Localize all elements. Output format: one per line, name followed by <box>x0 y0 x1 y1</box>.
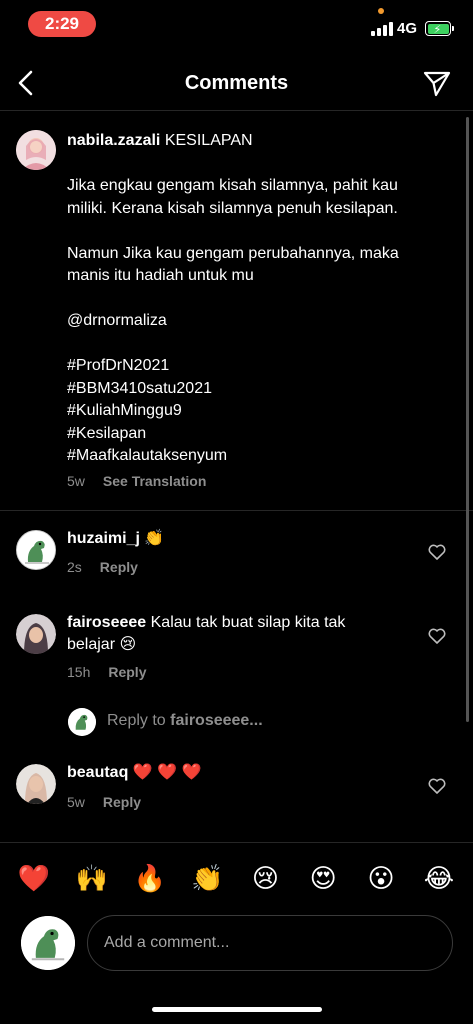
status-bar: 2:29 4G ⚡ <box>0 0 473 50</box>
comment-time: 5w <box>67 794 85 810</box>
page-title: Comments <box>184 72 289 94</box>
comment-meta: 5w Reply <box>67 794 141 810</box>
comment-body: huzaimi_j 👏 <box>67 528 164 550</box>
privacy-indicator-dot <box>378 8 384 14</box>
battery-icon: ⚡ <box>425 21 451 36</box>
reply-to-label: Reply to <box>107 712 171 729</box>
avatar[interactable] <box>16 614 56 654</box>
signal-icon <box>371 22 393 36</box>
paper-plane-icon <box>423 71 451 97</box>
avatar-image <box>16 614 56 654</box>
comment-meta: 2s Reply <box>67 559 138 575</box>
comment-body: beautaq ❤️ ❤️ ❤️ <box>67 762 201 784</box>
comment-time: 15h <box>67 664 91 680</box>
caption-hashtag[interactable]: #KuliahMinggu9 <box>67 400 447 423</box>
avatar[interactable] <box>16 530 56 570</box>
emoji-bar: ❤️ 🙌 🔥 👏 😢 😍 😮 😂 <box>0 858 473 898</box>
divider <box>0 510 473 511</box>
emoji-surprised-button[interactable]: 😮 <box>363 858 399 898</box>
emoji-fire-button[interactable]: 🔥 <box>132 858 168 898</box>
dinosaur-avatar-image <box>17 531 55 569</box>
comment-text: belajar 😢 <box>67 636 137 653</box>
caption-time: 5w <box>67 473 85 489</box>
avatar[interactable] <box>16 130 56 170</box>
avatar <box>68 708 96 736</box>
caption-line: Namun Jika kau gengam perubahannya, maka <box>67 244 399 262</box>
comment-time: 2s <box>67 559 82 575</box>
caption-mention[interactable]: @drnormaliza <box>67 310 447 333</box>
comment-username[interactable]: beautaq <box>67 764 128 781</box>
comment-text: 👏 <box>144 530 165 547</box>
comment-body: fairoseeee Kalau tak buat silap kita tak… <box>67 612 417 656</box>
comment-input[interactable] <box>87 915 453 971</box>
reply-button[interactable]: Reply <box>100 559 138 575</box>
current-user-avatar <box>21 916 75 970</box>
reply-button[interactable]: Reply <box>108 664 146 680</box>
header: Comments <box>0 56 473 111</box>
caption-first-line: KESILAPAN <box>164 132 253 149</box>
avatar-image <box>16 130 56 170</box>
home-indicator[interactable] <box>152 1007 322 1012</box>
caption-username[interactable]: nabila.zazali <box>67 132 160 149</box>
network-label: 4G <box>397 20 418 37</box>
emoji-crying-button[interactable]: 😢 <box>247 858 283 898</box>
emoji-laughing-button[interactable]: 😂 <box>421 858 457 898</box>
caption-hashtag[interactable]: #Maafkalautaksenyum <box>67 445 447 468</box>
see-translation-button[interactable]: See Translation <box>103 473 206 489</box>
caption-hashtag[interactable]: #BBM3410satu2021 <box>67 378 447 401</box>
divider <box>0 842 473 843</box>
dinosaur-avatar-image <box>21 916 75 970</box>
caption-line: Jika engkau gengam kisah silamnya, pahit… <box>67 177 398 194</box>
share-button[interactable] <box>422 68 452 98</box>
emoji-clap-button[interactable]: 👏 <box>190 858 226 898</box>
comment-username[interactable]: fairoseeee <box>67 614 146 631</box>
comment-text: Kalau tak buat silap kita tak <box>150 614 346 631</box>
scrollbar[interactable] <box>466 117 469 722</box>
dinosaur-avatar-image <box>68 708 96 736</box>
caption-meta: 5w See Translation <box>67 473 206 489</box>
like-heart-icon[interactable] <box>428 628 446 644</box>
battery-cap <box>452 26 454 31</box>
emoji-heart-button[interactable]: ❤️ <box>16 858 52 898</box>
emoji-raised-hands-button[interactable]: 🙌 <box>74 858 110 898</box>
caption-line: manis itu hadiah untuk mu <box>67 267 254 284</box>
caption: nabila.zazali KESILAPAN Jika engkau geng… <box>67 130 447 468</box>
caption-line: miliki. Kerana kisah silamnya penuh kesi… <box>67 199 398 217</box>
status-time: 2:29 <box>28 11 96 37</box>
comment-meta: 15h Reply <box>67 664 146 680</box>
comment-text: ❤️ ❤️ ❤️ <box>132 764 202 781</box>
like-heart-icon[interactable] <box>428 778 446 794</box>
comment-composer <box>0 915 473 975</box>
avatar-image <box>16 764 56 804</box>
caption-hashtag[interactable]: #ProfDrN2021 <box>67 355 447 378</box>
like-heart-icon[interactable] <box>428 544 446 560</box>
avatar[interactable] <box>16 764 56 804</box>
reply-button[interactable]: Reply <box>103 794 141 810</box>
reply-to-username: fairoseeee... <box>170 712 263 729</box>
emoji-heart-eyes-button[interactable]: 😍 <box>305 858 341 898</box>
comment-username[interactable]: huzaimi_j <box>67 530 140 547</box>
reply-to-prompt[interactable]: Reply to fairoseeee... <box>107 712 263 730</box>
caption-hashtag[interactable]: #Kesilapan <box>67 423 447 446</box>
